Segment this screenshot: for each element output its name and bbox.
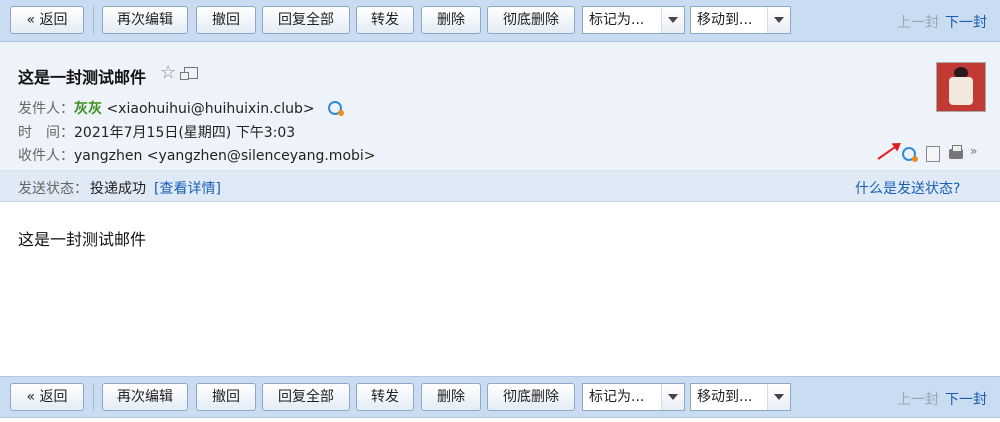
time-row: 时 间：2021年7月15日(星期四) 下午3:03 bbox=[18, 122, 295, 142]
contact-icon[interactable] bbox=[328, 101, 344, 116]
to-row: 收件人：yangzhen <yangzhen@silenceyang.mobi> bbox=[18, 145, 376, 165]
mark-as-label: 标记为... bbox=[589, 389, 645, 405]
mark-as-select[interactable]: 标记为... bbox=[582, 383, 685, 411]
avatar bbox=[936, 62, 986, 112]
chevron-down-icon bbox=[661, 384, 684, 410]
prev-mail-link[interactable]: 上一封 bbox=[897, 392, 939, 408]
send-status-bar: 发送状态： 投递成功 [查看详情] 什么是发送状态? bbox=[0, 170, 1000, 202]
delete-button[interactable]: 删除 bbox=[421, 6, 481, 34]
star-icon[interactable]: ☆ bbox=[160, 62, 176, 83]
pager: 上一封 下一封 bbox=[897, 389, 987, 409]
reedit-button[interactable]: 再次编辑 bbox=[102, 6, 188, 34]
to-label: 收件人： bbox=[18, 148, 74, 164]
forward-button[interactable]: 转发 bbox=[356, 383, 414, 411]
back-button[interactable]: « 返回 bbox=[10, 383, 84, 411]
back-button[interactable]: « 返回 bbox=[10, 6, 84, 34]
recall-button[interactable]: 撤回 bbox=[196, 6, 256, 34]
view-details-link[interactable]: [查看详情] bbox=[154, 178, 221, 198]
recipient-name[interactable]: yangzhen bbox=[74, 148, 142, 164]
sender-address: <xiaohuihui@huihuixin.club> bbox=[106, 101, 315, 117]
move-to-select[interactable]: 移动到... bbox=[690, 383, 791, 411]
sender-name[interactable]: 灰灰 bbox=[74, 101, 102, 117]
toolbar-separator bbox=[93, 6, 94, 34]
time-value: 2021年7月15日(星期四) 下午3:03 bbox=[74, 125, 296, 141]
send-status-help-link[interactable]: 什么是发送状态? bbox=[855, 178, 960, 198]
from-row: 发件人：灰灰 <xiaohuihui@huihuixin.club> bbox=[18, 98, 315, 118]
recall-button[interactable]: 撤回 bbox=[196, 383, 256, 411]
top-toolbar: « 返回 再次编辑 撤回 回复全部 转发 删除 彻底删除 标记为... 移动到.… bbox=[0, 0, 1000, 42]
next-mail-link[interactable]: 下一封 bbox=[945, 15, 987, 31]
delete-permanently-button[interactable]: 彻底删除 bbox=[487, 383, 575, 411]
reply-all-button[interactable]: 回复全部 bbox=[262, 383, 350, 411]
forward-button[interactable]: 转发 bbox=[356, 6, 414, 34]
recipient-address: <yangzhen@silenceyang.mobi> bbox=[146, 148, 376, 164]
delete-permanently-button[interactable]: 彻底删除 bbox=[487, 6, 575, 34]
mail-subject: 这是一封测试邮件 bbox=[18, 68, 147, 87]
move-to-select[interactable]: 移动到... bbox=[690, 6, 791, 34]
mail-header: 这是一封测试邮件 ☆ 发件人：灰灰 <xiaohuihui@huihuixin.… bbox=[0, 42, 1000, 170]
print-icon[interactable] bbox=[949, 145, 963, 159]
reply-all-button[interactable]: 回复全部 bbox=[262, 6, 350, 34]
pager: 上一封 下一封 bbox=[897, 12, 987, 32]
send-status-label: 发送状态： bbox=[18, 181, 88, 197]
chevron-down-icon bbox=[661, 7, 684, 33]
document-icon[interactable] bbox=[926, 146, 940, 162]
avatar-figure bbox=[949, 77, 973, 105]
mail-body: 这是一封测试邮件 bbox=[18, 230, 147, 249]
toolbar-separator bbox=[93, 383, 94, 411]
move-to-label: 移动到... bbox=[697, 12, 753, 28]
chevron-down-icon bbox=[767, 7, 790, 33]
chevron-down-icon bbox=[767, 384, 790, 410]
send-status-value: 投递成功 bbox=[90, 181, 146, 197]
time-label: 时 间： bbox=[18, 125, 74, 141]
popout-icon[interactable] bbox=[180, 67, 198, 80]
move-to-label: 移动到... bbox=[697, 389, 753, 405]
next-mail-link[interactable]: 下一封 bbox=[945, 392, 987, 408]
prev-mail-link[interactable]: 上一封 bbox=[897, 15, 939, 31]
contact-icon[interactable] bbox=[902, 147, 918, 162]
delete-button[interactable]: 删除 bbox=[421, 383, 481, 411]
mark-as-label: 标记为... bbox=[589, 12, 645, 28]
from-label: 发件人： bbox=[18, 101, 74, 117]
mark-as-select[interactable]: 标记为... bbox=[582, 6, 685, 34]
chevron-down-icon[interactable]: » bbox=[970, 144, 977, 158]
bottom-toolbar: « 返回 再次编辑 撤回 回复全部 转发 删除 彻底删除 标记为... 移动到.… bbox=[0, 376, 1000, 418]
reedit-button[interactable]: 再次编辑 bbox=[102, 383, 188, 411]
